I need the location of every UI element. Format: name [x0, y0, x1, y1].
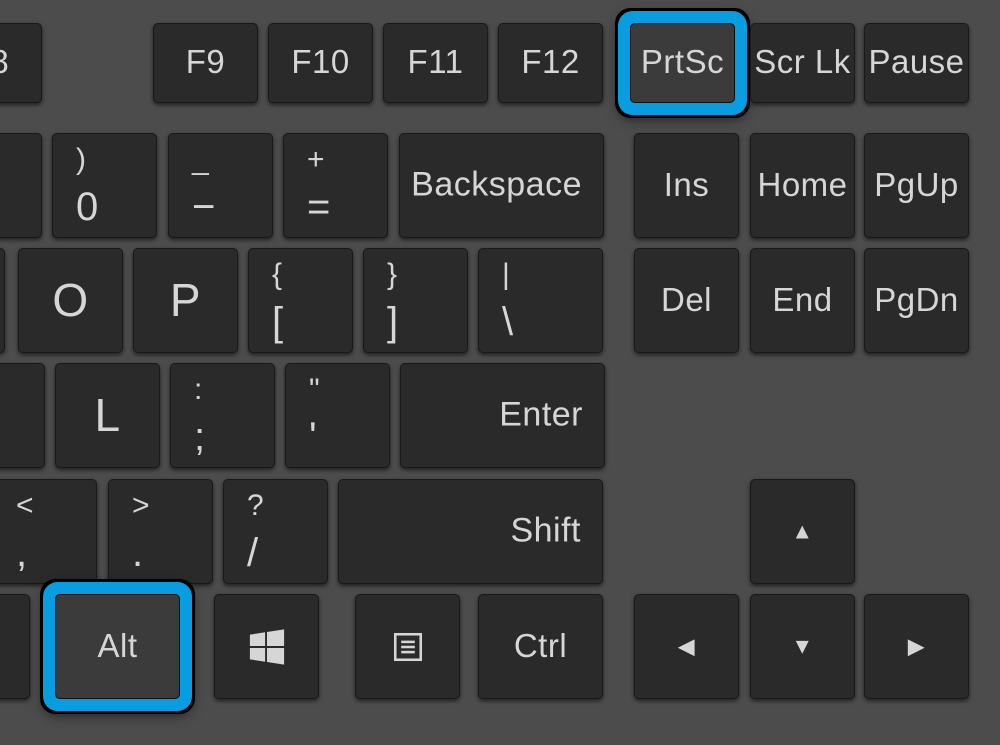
- key-label-shift: ": [309, 373, 320, 407]
- key-label: O: [18, 272, 123, 326]
- arrow-left-icon: ◀: [634, 633, 739, 659]
- key-p[interactable]: P: [133, 248, 238, 353]
- key-label: =: [307, 185, 330, 230]
- key-label: ': [309, 415, 317, 460]
- key-arrow-down[interactable]: ▼: [750, 594, 855, 699]
- key-label: End: [750, 281, 855, 319]
- key-label: F8: [0, 43, 42, 81]
- key-label: F11: [383, 43, 488, 81]
- key-label: /: [247, 531, 258, 576]
- key-o[interactable]: O: [18, 248, 123, 353]
- key-0[interactable]: ) 0: [52, 133, 157, 238]
- key-label: ;: [194, 415, 205, 460]
- key-leftgap[interactable]: [0, 594, 30, 699]
- key-label: F10: [268, 43, 373, 81]
- arrow-up-icon: ▲: [750, 518, 855, 544]
- key-label: ,: [16, 531, 27, 576]
- key-label: PgDn: [864, 281, 969, 319]
- key-label-shift: <: [16, 489, 34, 523]
- key-label: Alt: [55, 627, 180, 665]
- key-label: Ctrl: [478, 627, 603, 665]
- key-label: Home: [750, 166, 855, 204]
- key-i-partial[interactable]: [0, 248, 5, 353]
- key-f8-partial[interactable]: F8: [0, 23, 42, 103]
- key-semicolon[interactable]: : ;: [170, 363, 275, 468]
- key-del[interactable]: Del: [634, 248, 739, 353]
- key-home[interactable]: Home: [750, 133, 855, 238]
- key-minus[interactable]: _ −: [168, 133, 273, 238]
- key-backslash[interactable]: | \: [478, 248, 603, 353]
- key-label-shift: }: [387, 258, 397, 292]
- key-label-shift: ?: [247, 489, 264, 523]
- key-label: L: [55, 387, 160, 441]
- key-rbracket[interactable]: } ]: [363, 248, 468, 353]
- key-k-partial[interactable]: [0, 363, 45, 468]
- key-equals[interactable]: + =: [283, 133, 388, 238]
- key-shift[interactable]: Shift: [338, 479, 603, 584]
- key-menu[interactable]: [355, 594, 460, 699]
- key-arrow-right[interactable]: ▶: [864, 594, 969, 699]
- key-label: P: [133, 272, 238, 326]
- arrow-right-icon: ▶: [864, 633, 969, 659]
- key-enter[interactable]: Enter: [400, 363, 605, 468]
- key-label: Del: [634, 281, 739, 319]
- key-ins[interactable]: Ins: [634, 133, 739, 238]
- key-label: F12: [498, 43, 603, 81]
- key-f10[interactable]: F10: [268, 23, 373, 103]
- key-label-shift: >: [132, 489, 150, 523]
- key-label: Ins: [634, 166, 739, 204]
- key-label: .: [132, 531, 143, 576]
- key-windows[interactable]: [214, 594, 319, 699]
- key-f9[interactable]: F9: [153, 23, 258, 103]
- key-comma[interactable]: < ,: [0, 479, 97, 584]
- key-pgdn[interactable]: PgDn: [864, 248, 969, 353]
- key-l[interactable]: L: [55, 363, 160, 468]
- key-prtsc[interactable]: PrtSc: [630, 23, 735, 103]
- key-ctrl[interactable]: Ctrl: [478, 594, 603, 699]
- key-pgup[interactable]: PgUp: [864, 133, 969, 238]
- key-backspace[interactable]: Backspace: [399, 133, 604, 238]
- key-label: Pause: [864, 43, 969, 81]
- key-scrlk[interactable]: Scr Lk: [750, 23, 855, 103]
- key-f12[interactable]: F12: [498, 23, 603, 103]
- key-end[interactable]: End: [750, 248, 855, 353]
- context-menu-icon: [355, 594, 460, 699]
- windows-logo-icon: [214, 594, 319, 699]
- key-label-shift: |: [502, 258, 510, 292]
- key-label: Shift: [510, 511, 581, 550]
- key-label: [: [272, 300, 283, 345]
- key-label: PgUp: [864, 166, 969, 204]
- key-label: −: [192, 185, 215, 230]
- key-period[interactable]: > .: [108, 479, 213, 584]
- key-slash[interactable]: ? /: [223, 479, 328, 584]
- key-quote[interactable]: " ': [285, 363, 390, 468]
- key-label: 0: [76, 185, 98, 230]
- key-label: PrtSc: [630, 43, 735, 81]
- key-label-shift: ): [76, 143, 86, 177]
- key-pause[interactable]: Pause: [864, 23, 969, 103]
- key-label: Backspace: [411, 165, 582, 204]
- key-label-shift: {: [272, 258, 282, 292]
- key-arrow-left[interactable]: ◀: [634, 594, 739, 699]
- key-label-shift: _: [192, 143, 209, 177]
- key-label: Enter: [499, 395, 583, 434]
- key-9[interactable]: ( 9: [0, 133, 42, 238]
- key-lbracket[interactable]: { [: [248, 248, 353, 353]
- key-label-shift: +: [307, 143, 325, 177]
- key-f11[interactable]: F11: [383, 23, 488, 103]
- key-alt[interactable]: Alt: [55, 594, 180, 699]
- key-label: Scr Lk: [750, 43, 855, 81]
- key-arrow-up[interactable]: ▲: [750, 479, 855, 584]
- key-label: ]: [387, 300, 398, 345]
- key-label-shift: :: [194, 373, 202, 407]
- key-label: F9: [153, 43, 258, 81]
- arrow-down-icon: ▼: [750, 633, 855, 659]
- key-label: \: [502, 300, 513, 345]
